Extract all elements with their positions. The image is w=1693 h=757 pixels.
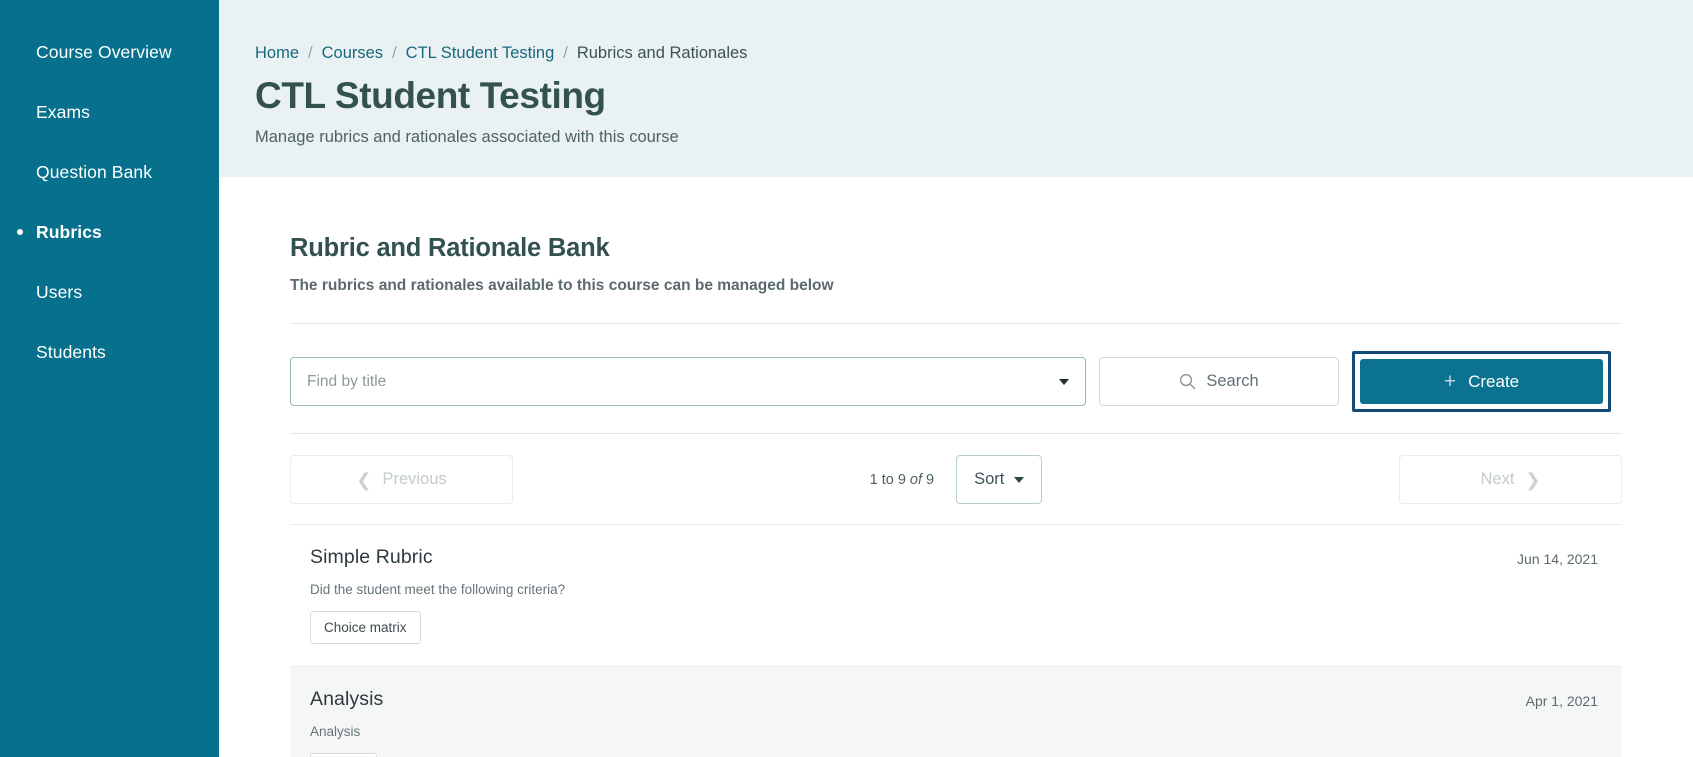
caret-down-icon (1014, 476, 1025, 483)
breadcrumb-item-home[interactable]: Home (255, 44, 299, 63)
card-title: Rubric and Rationale Bank (290, 234, 610, 262)
search-button[interactable]: Search (1099, 357, 1339, 406)
search-button-label: Search (1206, 372, 1259, 390)
pagination-row: ❮ Previous 1 to 9 of 9 Sort Next ❯ (290, 433, 1622, 504)
rubric-list-item[interactable]: Analysis Analysis Rating Apr 1, 2021 (290, 666, 1622, 757)
find-by-title-wrapper: Find by title (290, 357, 1086, 406)
plus-icon: + (1443, 370, 1457, 393)
sort-button[interactable]: Sort (956, 455, 1043, 504)
next-page-button[interactable]: Next ❯ (1399, 455, 1622, 504)
previous-page-label: Previous (382, 470, 447, 488)
breadcrumb-item-ctl-student-testing[interactable]: CTL Student Testing (406, 44, 555, 63)
filter-row: Find by title Search + Create (290, 323, 1622, 412)
rubric-item-body: Simple Rubric Did the student meet the f… (310, 546, 565, 644)
main-content: Home / Courses / CTL Student Testing / R… (219, 0, 1693, 757)
sidebar-item-label: Rubrics (36, 221, 102, 242)
breadcrumb: Home / Courses / CTL Student Testing / R… (255, 44, 1693, 63)
page-title: CTL Student Testing (255, 75, 606, 116)
rubric-title: Simple Rubric (310, 546, 433, 568)
rubric-title: Analysis (310, 688, 384, 710)
pagination-center: 1 to 9 of 9 Sort (513, 455, 1399, 504)
sidebar: Course Overview Exams Question Bank Rubr… (0, 0, 219, 757)
chevron-right-icon: ❯ (1525, 469, 1541, 490)
search-icon (1179, 373, 1196, 390)
rubric-date: Jun 14, 2021 (1517, 551, 1598, 567)
find-by-title-select[interactable]: Find by title (290, 357, 1086, 406)
active-indicator-dot (17, 229, 23, 235)
rubric-type-chip: Rating (310, 753, 378, 757)
breadcrumb-separator: / (563, 44, 568, 62)
create-button[interactable]: + Create (1360, 359, 1603, 404)
rubric-description: Did the student meet the following crite… (310, 582, 566, 597)
breadcrumb-separator: / (308, 44, 313, 62)
sidebar-item-label: Students (36, 341, 106, 362)
sidebar-item-users[interactable]: Users (0, 262, 219, 322)
sidebar-item-question-bank[interactable]: Question Bank (0, 142, 219, 202)
page-header: Home / Courses / CTL Student Testing / R… (219, 0, 1693, 177)
create-button-label: Create (1468, 371, 1520, 391)
page-subtitle: Manage rubrics and rationales associated… (255, 128, 679, 146)
rubric-type-chip: Choice matrix (310, 611, 421, 644)
sidebar-item-rubrics[interactable]: Rubrics (0, 202, 219, 262)
rubric-item-body: Analysis Analysis Rating (310, 688, 383, 757)
result-count-of: of (909, 471, 923, 488)
sidebar-item-course-overview[interactable]: Course Overview (0, 22, 219, 82)
rubric-list-item[interactable]: Simple Rubric Did the student meet the f… (290, 524, 1622, 666)
result-count-suffix: 9 (922, 471, 935, 488)
breadcrumb-separator: / (392, 44, 397, 62)
result-count-prefix: 1 to 9 (869, 471, 910, 488)
rubric-bank-card: Rubric and Rationale Bank The rubrics an… (255, 198, 1657, 757)
sidebar-item-students[interactable]: Students (0, 322, 219, 382)
card-subtitle: The rubrics and rationales available to … (290, 277, 834, 294)
next-page-label: Next (1480, 470, 1515, 488)
rubric-list: Simple Rubric Did the student meet the f… (290, 524, 1622, 757)
sidebar-item-label: Course Overview (36, 41, 172, 62)
rubric-description: Analysis (310, 724, 361, 739)
chevron-left-icon: ❮ (356, 469, 372, 490)
sort-button-label: Sort (974, 470, 1005, 488)
result-count: 1 to 9 of 9 (870, 472, 935, 488)
breadcrumb-item-courses[interactable]: Courses (322, 44, 383, 63)
sidebar-item-label: Question Bank (36, 161, 153, 182)
sidebar-item-exams[interactable]: Exams (0, 82, 219, 142)
breadcrumb-item-current: Rubrics and Rationales (576, 44, 748, 62)
rubric-date: Apr 1, 2021 (1525, 693, 1598, 709)
create-button-focus-ring: + Create (1352, 351, 1611, 412)
sidebar-item-label: Exams (36, 101, 90, 122)
previous-page-button[interactable]: ❮ Previous (290, 455, 513, 504)
sidebar-item-label: Users (36, 281, 83, 302)
